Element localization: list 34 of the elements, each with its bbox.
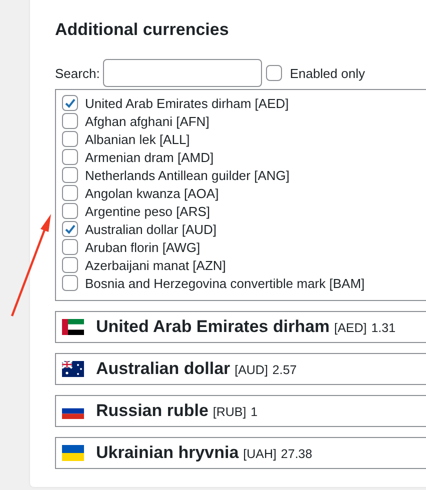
- checked-checkbox[interactable]: [62, 221, 78, 237]
- checkbox[interactable]: [266, 65, 282, 81]
- currency-option: Netherlands Antillean guilder [ANG]: [85, 168, 290, 182]
- section-heading: Additional currencies: [55, 19, 230, 41]
- checkbox-label: Enabled only: [290, 66, 365, 80]
- currency-name: United Arab Emirates dirham [AED] 1.31: [96, 317, 396, 337]
- currency-option: Australian dollar [AUD]: [85, 222, 216, 236]
- checkbox[interactable]: [62, 239, 78, 255]
- currency-option: Aruban florin [AWG]: [85, 240, 200, 254]
- checkbox[interactable]: [62, 275, 78, 291]
- checked-checkbox[interactable]: [62, 95, 78, 111]
- flag-icon: [62, 361, 84, 377]
- checkbox[interactable]: [62, 131, 78, 147]
- currency-option: Armenian dram [AMD]: [85, 150, 214, 164]
- currency-name: Australian dollar [AUD] 2.57: [96, 359, 297, 379]
- search-field[interactable]: [102, 59, 262, 87]
- checkbox[interactable]: [62, 149, 78, 165]
- currency-option: Afghan afghani [AFN]: [85, 114, 210, 128]
- currency-option: Angolan kwanza [AOA]: [85, 186, 219, 200]
- flag-icon: [62, 319, 84, 335]
- checkbox[interactable]: [62, 167, 78, 183]
- currency-option: United Arab Emirates dirham [AED]: [85, 96, 289, 110]
- currency-option: Albanian lek [ALL]: [85, 132, 190, 146]
- search-label: Search:: [55, 66, 100, 80]
- currency-name: Russian ruble [RUB] 1: [96, 401, 258, 421]
- checkbox[interactable]: [62, 203, 78, 219]
- flag-icon: [62, 445, 84, 461]
- checkbox[interactable]: [62, 113, 78, 129]
- checkbox[interactable]: [62, 257, 78, 273]
- currency-name: Ukrainian hryvnia [UAH] 27.38: [96, 443, 312, 463]
- checkbox[interactable]: [62, 185, 78, 201]
- currency-option: Bosnia and Herzegovina convertible mark [BAM]: [85, 276, 365, 290]
- currency-option: Argentine peso [ARS]: [85, 204, 210, 218]
- currency-option: Azerbaijani manat [AZN]: [85, 258, 226, 272]
